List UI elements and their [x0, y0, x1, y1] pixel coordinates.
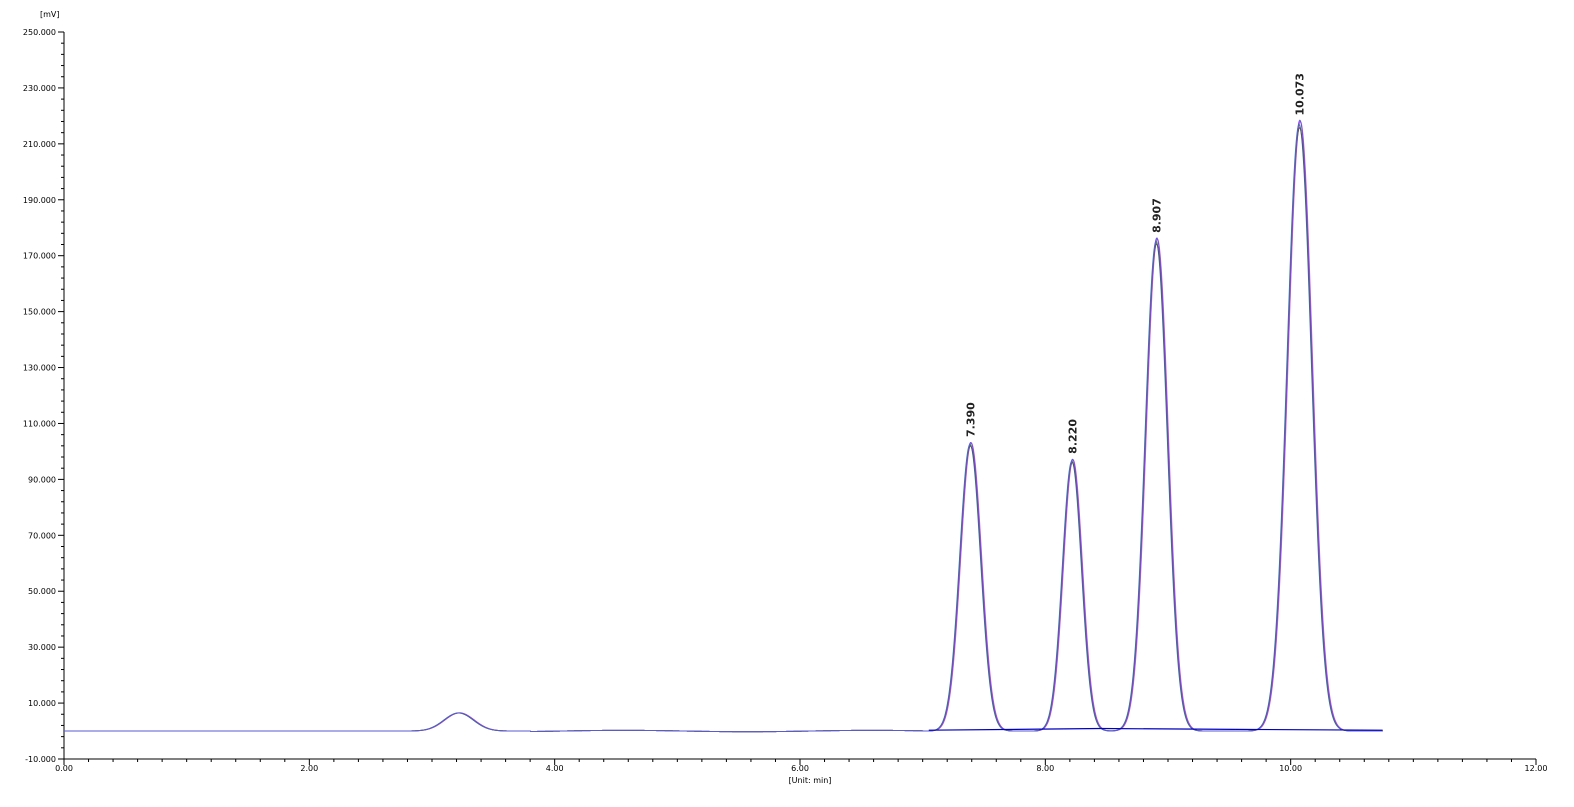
x-axis: 0.00 2.00 4.00 6.00 8.00 10.00 12.00	[55, 758, 1548, 773]
y-tick-label: 150.000	[23, 308, 56, 317]
y-axis: -10.000 10.000 30.000 50.000 70.000 90.000 110…	[23, 28, 65, 764]
chromatogram-chart: [mV] [Unit: min] -10.000 10.000 30.000 50.0…	[23, 10, 1548, 785]
x-tick-label: 0.00	[55, 764, 73, 773]
x-tick-label: 10.00	[1279, 764, 1302, 773]
baseline-segment	[1235, 728, 1383, 731]
y-tick-label: 30.000	[28, 643, 56, 652]
baseline-segment	[1100, 727, 1236, 730]
y-tick-label: 130.000	[23, 364, 56, 373]
y-tick-label: 210.000	[23, 140, 56, 149]
y-tick-label: 110.000	[23, 419, 56, 428]
y-tick-label: 70.000	[28, 531, 56, 540]
y-tick-label: -10.000	[25, 755, 56, 764]
signal-traces	[64, 119, 1383, 733]
peak-label: 10.073	[1294, 73, 1307, 115]
y-tick-label: 250.000	[23, 28, 56, 37]
peak-label: 8.907	[1151, 198, 1164, 233]
x-tick-label: 8.00	[1036, 764, 1054, 773]
x-tick-label: 6.00	[791, 764, 809, 773]
x-axis-unit-label: [Unit: min]	[789, 776, 832, 785]
trace-line-4	[64, 119, 1383, 733]
peak-labels: 7.390 8.220 8.907 10.073	[965, 73, 1307, 454]
y-tick-label: 90.000	[28, 475, 56, 484]
y-tick-label: 190.000	[23, 196, 56, 205]
y-tick-label: 230.000	[23, 84, 56, 93]
trace-line-1	[64, 120, 1383, 733]
peak-label: 8.220	[1066, 419, 1079, 454]
peak-label: 7.390	[965, 402, 978, 437]
y-axis-unit-label: [mV]	[40, 10, 60, 19]
baseline-segment	[928, 727, 1101, 731]
y-tick-label: 50.000	[28, 587, 56, 596]
trace-line-3	[64, 127, 1383, 733]
integration-baselines	[928, 727, 1383, 731]
y-tick-label: 10.000	[28, 699, 56, 708]
trace-line-2	[64, 123, 1383, 733]
x-tick-label: 4.00	[546, 764, 564, 773]
y-tick-label: 170.000	[23, 252, 56, 261]
x-tick-label: 12.00	[1525, 764, 1548, 773]
x-tick-label: 2.00	[300, 764, 318, 773]
